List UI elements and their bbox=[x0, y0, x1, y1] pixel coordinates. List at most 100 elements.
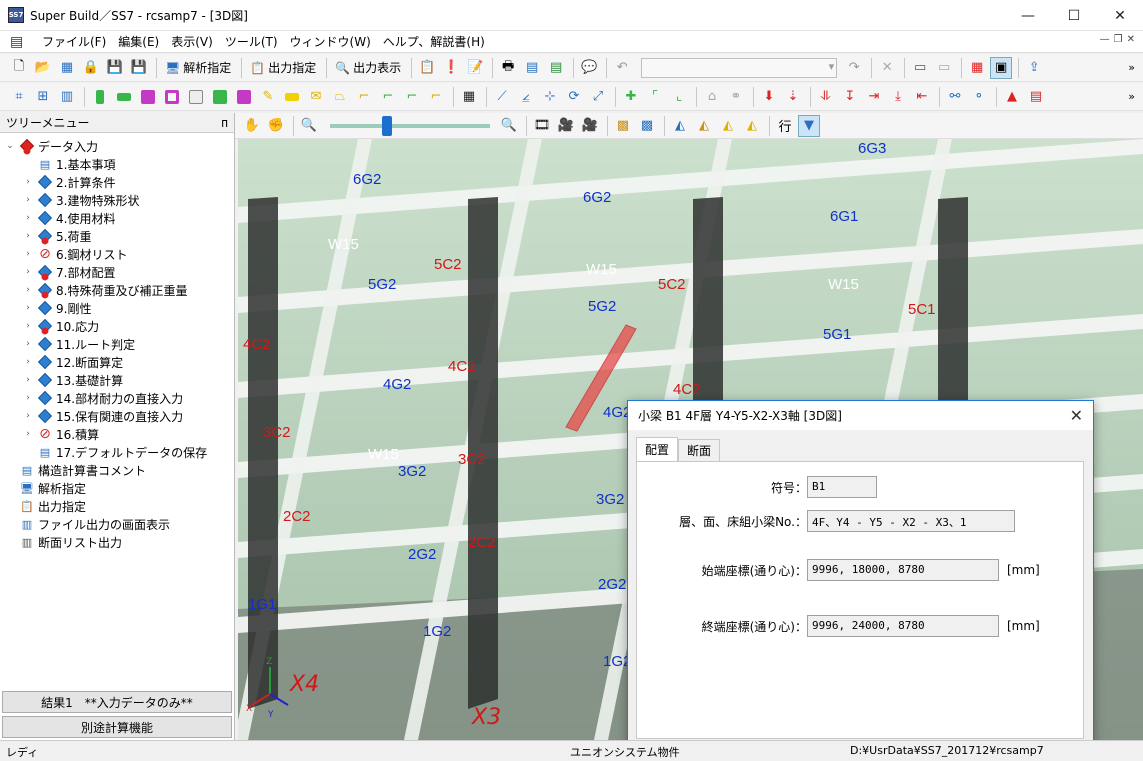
tree-item[interactable]: › ⊘ 16.積算 bbox=[0, 425, 234, 443]
load-left-icon[interactable]: ⇤ bbox=[911, 86, 933, 108]
expand-icon[interactable]: › bbox=[22, 357, 34, 367]
spring-v-icon[interactable]: ⚬ bbox=[968, 86, 990, 108]
tree-item[interactable]: › 14.部材耐力の直接入力 bbox=[0, 389, 234, 407]
tree-item[interactable]: › 11.ルート判定 bbox=[0, 335, 234, 353]
tree-item[interactable]: › 7.部材配置 bbox=[0, 263, 234, 281]
stair3-icon[interactable]: ⌐ bbox=[425, 86, 447, 108]
new-file-icon[interactable]: 🗋 bbox=[8, 57, 30, 79]
tab-section[interactable]: 断面 bbox=[678, 439, 721, 461]
window-layout-icon[interactable]: ▭ bbox=[909, 57, 931, 79]
cantilever-icon[interactable]: ⌐ bbox=[353, 86, 375, 108]
rotate-hand-icon[interactable]: ✊ bbox=[265, 115, 287, 137]
command-combo[interactable] bbox=[641, 57, 838, 78]
expand-icon[interactable]: › bbox=[22, 411, 34, 421]
expand-icon[interactable]: › bbox=[22, 375, 34, 385]
upload-icon[interactable]: ⇪ bbox=[1023, 57, 1045, 79]
menu-window[interactable]: ウィンドウ(W) bbox=[284, 33, 377, 50]
toolbar-overflow-icon[interactable]: » bbox=[1128, 61, 1135, 74]
csv-import-icon[interactable]: ▤ bbox=[545, 57, 567, 79]
result-button[interactable]: 結果1 **入力データのみ** bbox=[2, 691, 232, 713]
pin-icon[interactable]: ᴨ bbox=[221, 116, 228, 130]
load-point-icon[interactable]: ↧ bbox=[839, 86, 861, 108]
open-folder-icon[interactable]: 📂 bbox=[32, 57, 54, 79]
tree-item[interactable]: › 8.特殊荷重及び補正重量 bbox=[0, 281, 234, 299]
tree-item[interactable]: › 15.保有関連の直接入力 bbox=[0, 407, 234, 425]
mdi-minimize-icon[interactable]: — bbox=[1100, 34, 1110, 45]
frame-icon[interactable]: ⌗ bbox=[8, 86, 30, 108]
toolbar2-overflow-icon[interactable]: » bbox=[1128, 90, 1135, 103]
rotate-tool-icon[interactable]: ⟳ bbox=[563, 86, 585, 108]
film-icon[interactable]: 🎞 bbox=[531, 115, 553, 137]
separate-calc-button[interactable]: 別途計算機能 bbox=[2, 716, 232, 738]
filter-icon[interactable]: ▼ bbox=[798, 114, 820, 137]
camera2-icon[interactable]: 🎥 bbox=[579, 115, 601, 137]
collapse-icon[interactable]: ⌄ bbox=[4, 141, 16, 151]
house-icon[interactable]: ⌂ bbox=[701, 86, 723, 108]
node-tool-icon[interactable]: ⊹ bbox=[539, 86, 561, 108]
spring-h-icon[interactable]: ⚯ bbox=[944, 86, 966, 108]
tree-item[interactable]: › 2.計算条件 bbox=[0, 173, 234, 191]
dialog-close-button[interactable]: ✕ bbox=[1070, 406, 1083, 425]
document-menu-icon[interactable]: ▤ bbox=[10, 34, 30, 50]
mdi-close-icon[interactable]: ✕ bbox=[1127, 34, 1135, 45]
zoom-slider[interactable] bbox=[330, 115, 490, 136]
expand-icon[interactable]: › bbox=[22, 231, 34, 241]
load-dist-icon[interactable]: ⤓ bbox=[887, 86, 909, 108]
tree-item[interactable]: › ⊘ 6.鋼材リスト bbox=[0, 245, 234, 263]
minimize-button[interactable]: — bbox=[1005, 0, 1051, 31]
load-node-icon[interactable]: ⥥ bbox=[815, 86, 837, 108]
menu-tools[interactable]: ツール(T) bbox=[219, 33, 284, 50]
tree-item[interactable]: ▤ 1.基本事項 bbox=[0, 155, 234, 173]
grid-icon[interactable]: ▦ bbox=[458, 86, 480, 108]
tree-top-item[interactable]: ▤ 構造計算書コメント bbox=[0, 461, 234, 479]
open-data-icon[interactable]: ▦ bbox=[56, 57, 78, 79]
checker-icon[interactable]: ▩ bbox=[612, 115, 634, 137]
tree-top-item[interactable]: 📋 出力指定 bbox=[0, 497, 234, 515]
slab-icon[interactable] bbox=[209, 86, 231, 108]
menu-view[interactable]: 表示(V) bbox=[165, 33, 219, 50]
opening-icon[interactable] bbox=[161, 86, 183, 108]
tree-item[interactable]: › 10.応力 bbox=[0, 317, 234, 335]
girder-icon[interactable] bbox=[113, 86, 135, 108]
load-down-icon[interactable]: ⬇ bbox=[758, 86, 780, 108]
tree-top-item[interactable]: ▥ 断面リスト出力 bbox=[0, 533, 234, 551]
message-icon[interactable]: 📝 bbox=[464, 57, 486, 79]
stair2-icon[interactable]: ⌐ bbox=[401, 86, 423, 108]
line-tool-icon[interactable]: ⟋ bbox=[491, 86, 513, 108]
comment-icon[interactable]: 💬 bbox=[578, 57, 600, 79]
tree-item[interactable]: › 4.使用材料 bbox=[0, 209, 234, 227]
render-mode3-icon[interactable]: ◭ bbox=[717, 115, 739, 137]
grid-table-icon[interactable]: ▦ bbox=[966, 57, 988, 79]
window-layout2-icon[interactable]: ▭ bbox=[933, 57, 955, 79]
tree-item[interactable]: › 5.荷重 bbox=[0, 227, 234, 245]
menu-file[interactable]: ファイル(F) bbox=[36, 33, 112, 50]
output-view-button[interactable]: 🔍 出力表示 bbox=[331, 57, 405, 79]
expand-icon[interactable]: › bbox=[22, 213, 34, 223]
clipboard-icon[interactable]: 📋 bbox=[416, 57, 438, 79]
expand-icon[interactable]: › bbox=[22, 321, 34, 331]
save-as-icon[interactable]: 💾 bbox=[128, 57, 150, 79]
move-tool-icon[interactable]: ⤢ bbox=[587, 86, 609, 108]
triangle-icon[interactable]: ▲ bbox=[1001, 86, 1023, 108]
expand-icon[interactable]: › bbox=[22, 177, 34, 187]
foundation-icon[interactable]: ⏢ bbox=[329, 86, 351, 108]
tree-top-item[interactable]: 🖥 解析指定 bbox=[0, 479, 234, 497]
camera-icon[interactable]: 🎥 bbox=[555, 115, 577, 137]
envelope-icon[interactable]: ✉ bbox=[305, 86, 327, 108]
tree-item[interactable]: › 12.断面算定 bbox=[0, 353, 234, 371]
menu-edit[interactable]: 編集(E) bbox=[112, 33, 165, 50]
slab2-icon[interactable] bbox=[233, 86, 255, 108]
analysis-spec-button[interactable]: 🖥 解析指定 bbox=[161, 57, 235, 79]
print-icon[interactable]: 🖶 bbox=[497, 57, 519, 79]
delete-icon[interactable]: ✕ bbox=[876, 57, 898, 79]
render-mode1-icon[interactable]: ◭ bbox=[669, 115, 691, 137]
expand-icon[interactable]: › bbox=[22, 303, 34, 313]
expand-icon[interactable]: › bbox=[22, 429, 34, 439]
building-icon[interactable]: ▥ bbox=[56, 86, 78, 108]
save-icon[interactable]: 💾 bbox=[104, 57, 126, 79]
tab-placement[interactable]: 配置 bbox=[636, 437, 679, 461]
zoom-in-icon[interactable]: 🔍 bbox=[498, 115, 520, 137]
csv-export-icon[interactable]: ▤ bbox=[521, 57, 543, 79]
link-icon[interactable]: ⚭ bbox=[725, 86, 747, 108]
stair-icon[interactable]: ⌐ bbox=[377, 86, 399, 108]
